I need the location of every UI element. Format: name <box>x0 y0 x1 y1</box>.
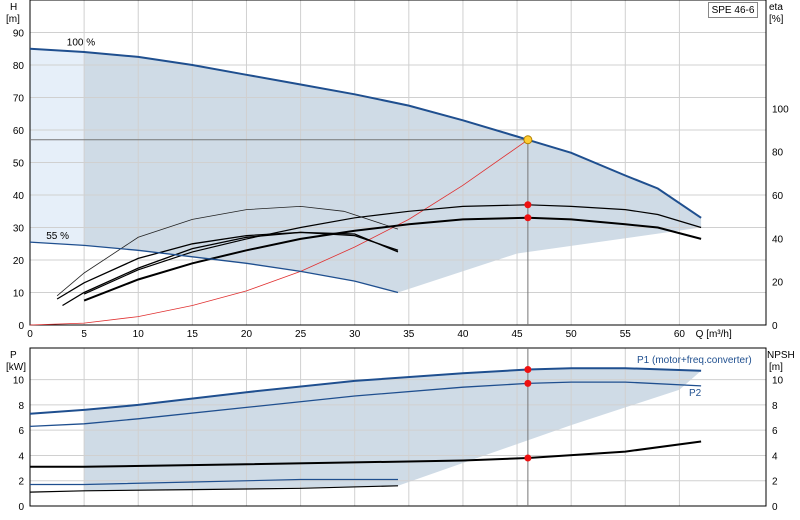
y-tick-label: 30 <box>13 224 25 235</box>
x-tick-label: 20 <box>241 329 253 340</box>
y-axis-unit: [m] <box>6 14 20 25</box>
annotation-100-percent: 100 % <box>67 38 95 49</box>
annotation-55-percent: 55 % <box>46 231 69 242</box>
y-right-tick-label: 8 <box>772 401 778 412</box>
x-tick-label: 15 <box>187 329 199 340</box>
y-axis-unit: [kW] <box>6 362 26 373</box>
y-tick-label: 70 <box>13 94 25 105</box>
y-right-axis-unit: [%] <box>769 14 784 25</box>
duty-point-marker <box>524 201 532 209</box>
y-axis-label: P <box>10 350 17 361</box>
operating-point-marker <box>523 135 533 145</box>
duty-point-marker <box>524 214 532 222</box>
y-right-tick-label: 4 <box>772 451 778 462</box>
x-tick-label: 10 <box>133 329 145 340</box>
pump-curve-chart: 100 %55 %0 5 10 15 20 25 30 35 40 45 50 55 600102030… <box>6 0 795 513</box>
x-tick-label: 35 <box>403 329 415 340</box>
y-right-axis-label: NPSH <box>767 350 795 361</box>
y-right-tick-label: 60 <box>772 191 784 202</box>
y-right-axis-unit: [m] <box>769 362 783 373</box>
y-tick-label: 8 <box>18 401 24 412</box>
y-right-tick-label: 100 <box>772 104 789 115</box>
y-tick-label: 90 <box>13 29 25 40</box>
series-label-p2: P2 <box>689 388 702 399</box>
y-axis-label: H <box>10 2 17 13</box>
y-tick-label: 10 <box>13 376 25 387</box>
duty-point-marker <box>524 365 532 373</box>
x-tick-label: 40 <box>457 329 469 340</box>
power-npsh-panel: P1 (motor+freq.converter) P2 0 2 4 6 8 10 0 2 4 6 8 1… <box>6 347 795 513</box>
x-tick-label: 5 <box>81 329 87 340</box>
y-tick-label: 80 <box>13 61 25 72</box>
y-tick-label: 10 <box>13 289 25 300</box>
x-tick-label: 25 <box>295 329 307 340</box>
x-tick-label: 0 <box>27 329 33 340</box>
y-tick-label: 0 <box>18 502 24 513</box>
y-right-tick-label: 0 <box>772 321 778 332</box>
duty-point-marker <box>524 454 532 462</box>
y-right-axis-label: eta <box>769 2 783 13</box>
y-tick-label: 40 <box>13 191 25 202</box>
series-label-p1: P1 (motor+freq.converter) <box>637 355 752 366</box>
y-right-tick-label: 40 <box>772 234 784 245</box>
operating-range-area <box>84 52 702 293</box>
y-tick-label: 2 <box>18 477 24 488</box>
head-efficiency-panel: 100 % 55 % 0 5 10 15 20 25 30 35 40 45 50 55 60 0 10 20 30… <box>6 0 789 340</box>
y-right-tick-label: 0 <box>772 502 778 513</box>
y-right-tick-label: 20 <box>772 278 784 289</box>
x-axis-label: Q [m³/h] <box>696 329 732 340</box>
duty-point-marker <box>524 379 532 387</box>
y-tick-label: 50 <box>13 159 25 170</box>
y-right-tick-label: 2 <box>772 477 778 488</box>
x-tick-label: 55 <box>620 329 632 340</box>
x-tick-label: 30 <box>349 329 361 340</box>
y-tick-label: 60 <box>13 126 25 137</box>
y-tick-label: 4 <box>18 451 24 462</box>
y-tick-label: 0 <box>18 321 24 332</box>
y-right-tick-label: 6 <box>772 426 778 437</box>
y-right-tick-label: 80 <box>772 148 784 159</box>
power-range-area <box>84 368 702 491</box>
low-flow-area <box>30 48 85 246</box>
pump-model-label: SPE 46-6 <box>708 2 758 18</box>
x-tick-label: 50 <box>566 329 578 340</box>
y-tick-label: 20 <box>13 256 25 267</box>
y-tick-label: 6 <box>18 426 24 437</box>
x-tick-label: 60 <box>674 329 686 340</box>
y-right-tick-label: 10 <box>772 376 784 387</box>
x-tick-label: 45 <box>511 329 523 340</box>
